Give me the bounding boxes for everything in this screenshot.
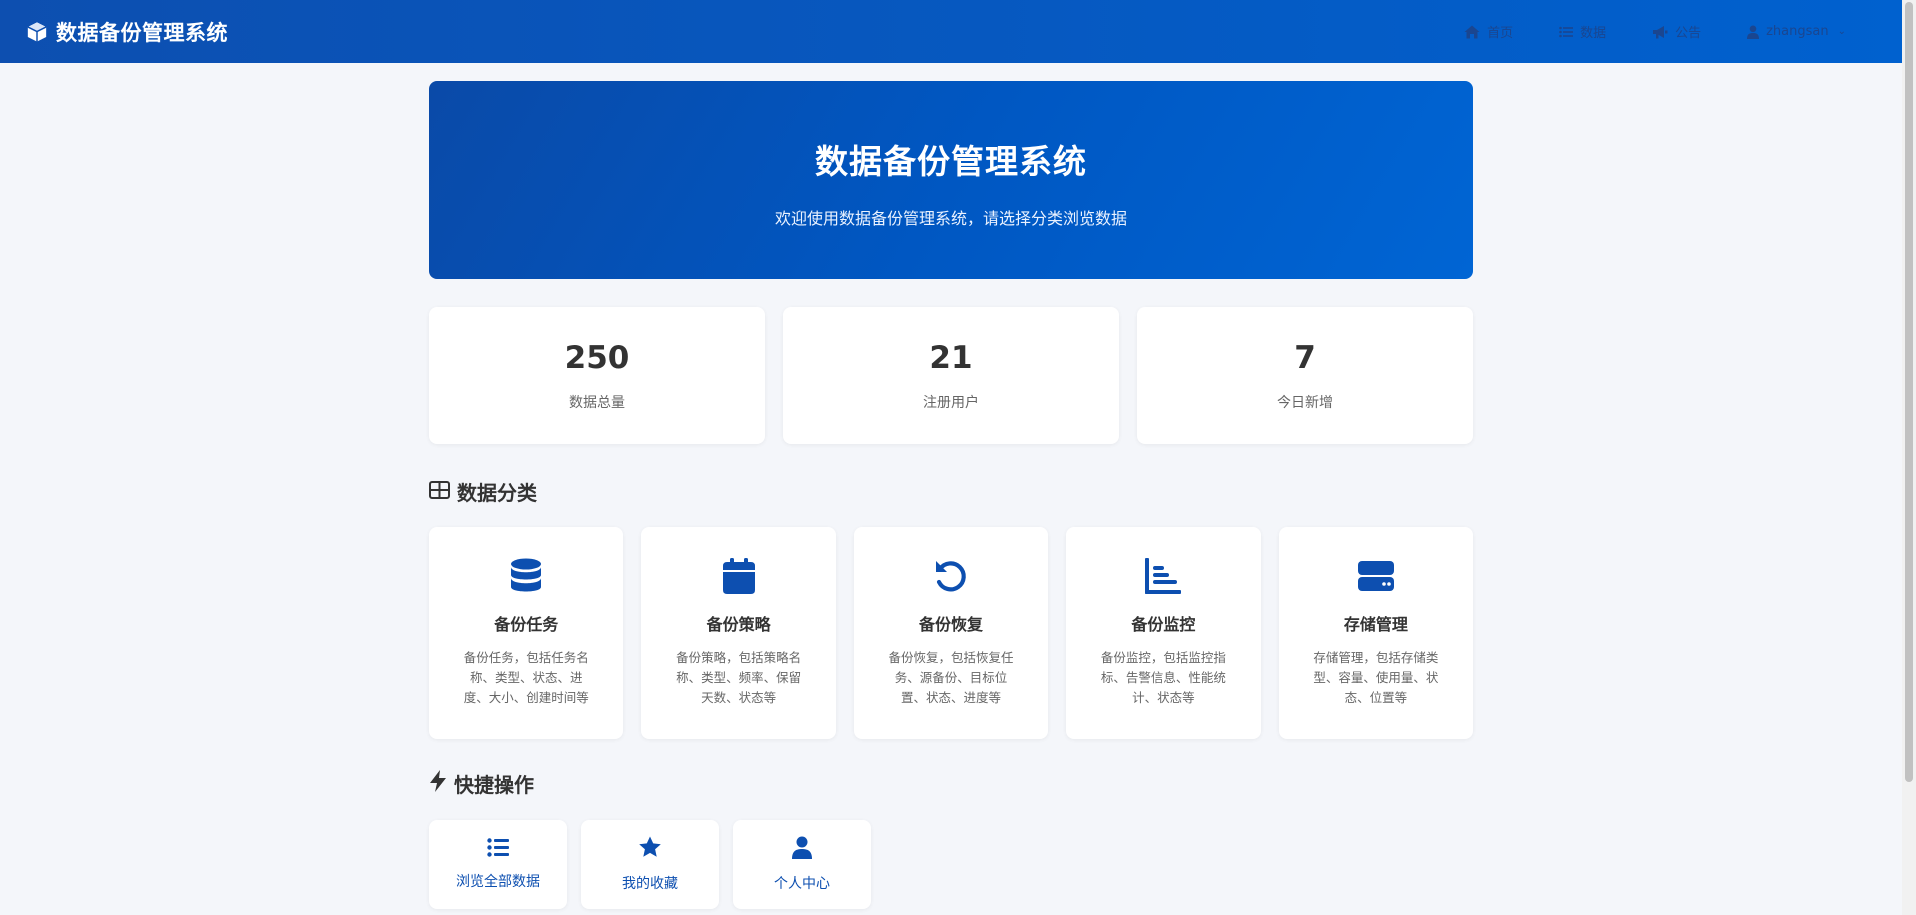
category-card-backup-restore[interactable]: 备份恢复 备份恢复，包括恢复任务、源备份、目标位置、状态、进度等 <box>853 527 1049 739</box>
bolt-icon <box>429 770 447 797</box>
brand[interactable]: 数据备份管理系统 <box>26 17 228 47</box>
stat-value: 250 <box>564 339 630 376</box>
table-icon <box>429 480 450 504</box>
stat-value: 21 <box>929 339 973 376</box>
quick-action-label: 我的收藏 <box>622 876 678 892</box>
nav-item-label: 数据 <box>1580 26 1607 41</box>
star-icon <box>638 836 662 863</box>
nav-menu: 首页 数据 公告 zhangsan ⌄ <box>1464 22 1846 41</box>
category-description: 备份任务，包括任务名称、类型、状态、进度、大小、创建时间等 <box>463 650 589 705</box>
category-name: 存储管理 <box>1343 615 1408 634</box>
category-description: 备份监控，包括监控指标、告警信息、性能统计、状态等 <box>1100 650 1226 705</box>
main-content: 数据备份管理系统 欢迎使用数据备份管理系统，请选择分类浏览数据 250 数据总量… <box>429 81 1474 909</box>
category-description: 备份策略，包括策略名称、类型、频率、保留天数、状态等 <box>676 650 802 705</box>
nav-item-announcement[interactable]: 公告 <box>1652 22 1701 41</box>
hero-title: 数据备份管理系统 <box>815 142 1087 181</box>
undo-icon <box>933 558 969 594</box>
user-icon <box>792 836 812 863</box>
user-icon <box>1747 25 1760 39</box>
cube-icon <box>26 21 48 43</box>
stat-card-today: 7 今日新增 <box>1137 307 1473 444</box>
categories-section-title: 数据分类 <box>429 477 1473 506</box>
stat-card-total: 250 数据总量 <box>429 307 765 444</box>
quick-actions-section-title: 快捷操作 <box>429 769 1473 798</box>
category-card-backup-policy[interactable]: 备份策略 备份策略，包括策略名称、类型、频率、保留天数、状态等 <box>641 527 836 739</box>
database-icon <box>510 558 542 594</box>
hard-drive-icon <box>1357 558 1394 594</box>
section-title-text: 快捷操作 <box>454 773 534 797</box>
quick-action-profile[interactable]: 个人中心 <box>733 820 871 909</box>
stat-card-users: 21 注册用户 <box>783 307 1119 444</box>
category-description: 存储管理，包括存储类型、容量、使用量、状态、位置等 <box>1313 650 1439 705</box>
quick-action-label: 个人中心 <box>774 876 830 892</box>
category-card-storage[interactable]: 存储管理 存储管理，包括存储类型、容量、使用量、状态、位置等 <box>1278 527 1474 739</box>
nav-item-label: 公告 <box>1675 26 1702 41</box>
category-name: 备份任务 <box>494 615 559 634</box>
chevron-down-icon: ⌄ <box>1837 26 1846 37</box>
nav-item-data[interactable]: 数据 <box>1559 22 1606 41</box>
hero-banner: 数据备份管理系统 欢迎使用数据备份管理系统，请选择分类浏览数据 <box>429 81 1473 279</box>
chart-icon <box>1145 558 1182 594</box>
nav-item-home[interactable]: 首页 <box>1464 22 1513 41</box>
calendar-icon <box>722 558 755 594</box>
category-card-backup-monitor[interactable]: 备份监控 备份监控，包括监控指标、告警信息、性能统计、状态等 <box>1066 527 1261 739</box>
category-name: 备份监控 <box>1131 615 1196 634</box>
page-scrollbar[interactable] <box>1902 0 1916 915</box>
stat-label: 注册用户 <box>923 394 979 411</box>
quick-action-favorites[interactable]: 我的收藏 <box>581 820 719 909</box>
user-name: zhangsan <box>1766 24 1829 39</box>
megaphone-icon <box>1652 25 1668 39</box>
home-icon <box>1464 25 1480 39</box>
hero-subtitle: 欢迎使用数据备份管理系统，请选择分类浏览数据 <box>774 209 1127 228</box>
brand-title: 数据备份管理系统 <box>56 20 228 45</box>
list-icon <box>1559 26 1574 38</box>
section-title-text: 数据分类 <box>457 481 537 505</box>
quick-action-label: 浏览全部数据 <box>456 874 540 890</box>
user-menu[interactable]: zhangsan ⌄ <box>1747 24 1846 39</box>
scrollbar-thumb[interactable] <box>1905 2 1913 782</box>
category-description: 备份恢复，包括恢复任务、源备份、目标位置、状态、进度等 <box>888 650 1014 705</box>
category-name: 备份恢复 <box>919 615 984 634</box>
stats-row: 250 数据总量 21 注册用户 7 今日新增 <box>429 307 1473 444</box>
stat-label: 今日新增 <box>1277 394 1333 411</box>
categories-grid: 备份任务 备份任务，包括任务名称、类型、状态、进度、大小、创建时间等 备份策略 … <box>429 527 1474 739</box>
stat-label: 数据总量 <box>569 394 625 411</box>
category-name: 备份策略 <box>706 615 771 634</box>
category-card-backup-tasks[interactable]: 备份任务 备份任务，包括任务名称、类型、状态、进度、大小、创建时间等 <box>429 527 624 739</box>
quick-actions-row: 浏览全部数据 我的收藏 个人中心 <box>429 820 1473 909</box>
nav-item-label: 首页 <box>1487 26 1514 41</box>
list-icon <box>487 838 509 861</box>
top-navbar: 数据备份管理系统 首页 数据 公告 zhangsan ⌄ <box>0 0 1902 63</box>
stat-value: 7 <box>1294 339 1316 376</box>
quick-action-browse-all[interactable]: 浏览全部数据 <box>429 820 567 909</box>
